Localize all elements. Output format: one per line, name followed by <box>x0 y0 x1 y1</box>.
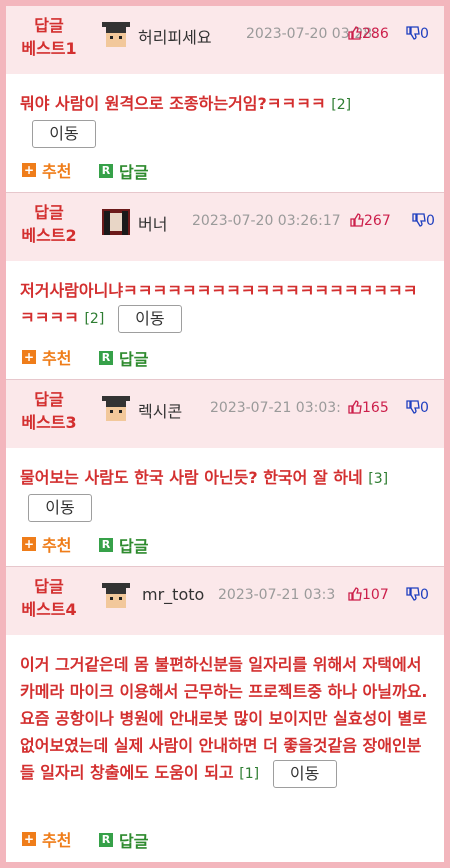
comment-card: 답글 베스트2 버너 2023-07-20 03:26:17 267 0 저거사… <box>6 193 444 380</box>
best-label-line2: 베스트1 <box>21 39 77 58</box>
avatar-icon <box>102 583 130 608</box>
comment-date: 2023-07-21 03:3 <box>218 587 336 603</box>
comment-header: 답글 베스트3 렉시콘 2023-07-21 03:03: 165 0 <box>6 380 444 448</box>
comment-card: 답글 베스트4 mr_toto 2023-07-21 03:3 107 0 이거… <box>6 567 444 862</box>
move-button[interactable]: 이동 <box>272 759 337 788</box>
reply-count: [2] <box>84 311 105 327</box>
best-label-line1: 답글 <box>34 577 64 596</box>
comment-text: 물어보는 사람도 한국 사람 아닌듯? 한국어 잘 하네 <box>20 468 363 487</box>
best-label-line1: 답글 <box>34 203 64 222</box>
best-label-line1: 답글 <box>34 390 64 409</box>
reply-label: 답글 <box>119 350 149 369</box>
comment-date: 2023-07-21 03:03: <box>210 400 341 416</box>
like-value: 165 <box>362 400 389 416</box>
plus-icon: + <box>22 537 36 551</box>
comment-text: 저거사람아니냐ㅋㅋㅋㅋㅋㅋㅋㅋㅋㅋㅋㅋㅋㅋㅋㅋㅋㅋㅋㅋㅋㅋㅋㅋ <box>20 281 418 327</box>
comment-body: 뭐야 사람이 원격으로 조종하는거임?ㅋㅋㅋㅋ [2] 이동 <box>20 90 432 148</box>
like-count[interactable]: 165 <box>348 400 389 416</box>
reply-label: 답글 <box>119 832 149 851</box>
reply-button[interactable]: R 답글 <box>99 533 148 557</box>
recommend-button[interactable]: + 추천 <box>22 532 71 556</box>
like-value: 267 <box>364 213 391 229</box>
avatar-icon <box>102 396 130 421</box>
comment-card: 답글 베스트3 렉시콘 2023-07-21 03:03: 165 0 물어보는… <box>6 380 444 567</box>
best-badge: 답글 베스트3 <box>14 388 84 434</box>
move-button[interactable]: 이동 <box>117 304 182 333</box>
nickname[interactable]: 허리피세요 <box>138 24 212 48</box>
reply-button[interactable]: R 답글 <box>99 346 148 370</box>
reply-icon: R <box>99 538 114 552</box>
thumbs-up-icon <box>348 400 362 414</box>
comment-text: 이거 그거같은데 몸 불편하신분들 일자리를 위해서 자택에서 카메라 마이크 … <box>20 655 428 782</box>
comment-actions: + 추천 R 답글 <box>22 532 170 557</box>
avatar-icon <box>102 22 130 47</box>
reply-label: 답글 <box>119 163 149 182</box>
thumbs-up-icon <box>348 587 362 601</box>
recommend-label: 추천 <box>42 536 72 555</box>
comment-header: 답글 베스트4 mr_toto 2023-07-21 03:3 107 0 <box>6 567 444 635</box>
best-label-line2: 베스트2 <box>21 226 77 245</box>
comment-header: 답글 베스트2 버너 2023-07-20 03:26:17 267 0 <box>6 193 444 261</box>
dislike-value: 0 <box>426 213 435 229</box>
nickname[interactable]: 버너 <box>138 211 167 235</box>
thumbs-down-icon <box>406 400 420 414</box>
dislike-count[interactable]: 0 <box>406 400 429 416</box>
reply-button[interactable]: R 답글 <box>99 828 148 852</box>
reply-count: [1] <box>239 766 260 782</box>
like-count[interactable]: 286 <box>348 26 389 42</box>
recommend-label: 추천 <box>42 831 72 850</box>
comment-actions: + 추천 R 답글 <box>22 158 170 183</box>
comment-text: 뭐야 사람이 원격으로 조종하는거임?ㅋㅋㅋㅋ <box>20 94 326 113</box>
nickname[interactable]: 렉시콘 <box>138 398 182 422</box>
reply-icon: R <box>99 833 114 847</box>
like-count[interactable]: 267 <box>350 213 391 229</box>
recommend-button[interactable]: + 추천 <box>22 158 71 182</box>
dislike-value: 0 <box>420 26 429 42</box>
reply-count: [2] <box>331 97 352 113</box>
dislike-value: 0 <box>420 400 429 416</box>
best-badge: 답글 베스트4 <box>14 575 84 621</box>
reply-count: [3] <box>368 471 389 487</box>
like-count[interactable]: 107 <box>348 587 389 603</box>
comment-header: 답글 베스트1 허리피세요 2023-07-20 03:28: 286 0 <box>6 6 444 74</box>
plus-icon: + <box>22 163 36 177</box>
thumbs-down-icon <box>412 213 426 227</box>
best-badge: 답글 베스트1 <box>14 14 84 60</box>
reply-icon: R <box>99 164 114 178</box>
comment-body: 이거 그거같은데 몸 불편하신분들 일자리를 위해서 자택에서 카메라 마이크 … <box>20 651 432 788</box>
dislike-count[interactable]: 0 <box>406 587 429 603</box>
best-label-line2: 베스트4 <box>21 600 77 619</box>
thumbs-down-icon <box>406 26 420 40</box>
plus-icon: + <box>22 832 36 846</box>
comment-body: 물어보는 사람도 한국 사람 아닌듯? 한국어 잘 하네 [3] 이동 <box>20 464 432 522</box>
recommend-button[interactable]: + 추천 <box>22 345 71 369</box>
recommend-label: 추천 <box>42 349 72 368</box>
comment-card: 답글 베스트1 허리피세요 2023-07-20 03:28: 286 0 뭐야… <box>6 6 444 193</box>
comment-date: 2023-07-20 03:26:17 <box>192 213 341 229</box>
reply-button[interactable]: R 답글 <box>99 159 148 183</box>
like-value: 286 <box>362 26 389 42</box>
recommend-button[interactable]: + 추천 <box>22 827 71 851</box>
best-label-line2: 베스트3 <box>21 413 77 432</box>
move-button[interactable]: 이동 <box>28 493 92 522</box>
recommend-label: 추천 <box>42 162 72 181</box>
reply-icon: R <box>99 351 114 365</box>
avatar-icon <box>102 209 130 235</box>
thumbs-up-icon <box>348 26 362 40</box>
reply-label: 답글 <box>119 537 149 556</box>
comment-actions: + 추천 R 답글 <box>22 345 170 370</box>
best-label-line1: 답글 <box>34 16 64 35</box>
thumbs-down-icon <box>406 587 420 601</box>
dislike-count[interactable]: 0 <box>412 213 435 229</box>
thumbs-up-icon <box>350 213 364 227</box>
like-value: 107 <box>362 587 389 603</box>
best-badge: 답글 베스트2 <box>14 201 84 247</box>
comment-body: 저거사람아니냐ㅋㅋㅋㅋㅋㅋㅋㅋㅋㅋㅋㅋㅋㅋㅋㅋㅋㅋㅋㅋㅋㅋㅋㅋ [2] 이동 <box>20 277 432 333</box>
dislike-count[interactable]: 0 <box>406 26 429 42</box>
comment-actions: + 추천 R 답글 <box>22 827 170 852</box>
nickname[interactable]: mr_toto <box>142 585 204 604</box>
dislike-value: 0 <box>420 587 429 603</box>
plus-icon: + <box>22 350 36 364</box>
move-button[interactable]: 이동 <box>32 119 96 148</box>
